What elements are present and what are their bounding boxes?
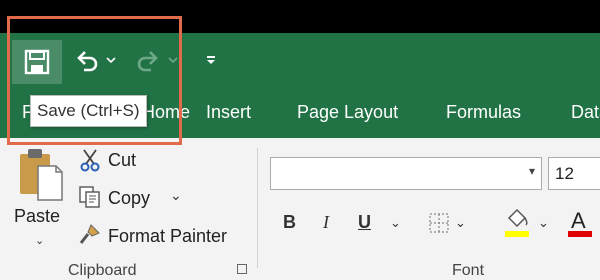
- chevron-down-icon[interactable]: ⌄: [170, 187, 182, 204]
- clipboard-group-label: Clipboard: [68, 262, 137, 279]
- italic-button[interactable]: I: [323, 212, 329, 233]
- borders-icon: [429, 213, 449, 233]
- scissors-icon: [80, 149, 100, 172]
- paste-button[interactable]: Paste ⌄: [13, 148, 69, 253]
- font-color-button[interactable]: A: [566, 206, 594, 238]
- chevron-down-icon: [106, 56, 116, 63]
- copy-button[interactable]: Copy ⌄: [78, 185, 188, 211]
- group-divider: [257, 148, 258, 268]
- chevron-down-icon[interactable]: ⌄: [390, 215, 401, 231]
- chevron-down-icon: [168, 56, 178, 63]
- redo-button[interactable]: [133, 46, 163, 76]
- paint-bucket-icon: [505, 208, 529, 237]
- tab-formulas[interactable]: Formulas: [446, 102, 521, 123]
- borders-button[interactable]: [428, 212, 450, 234]
- font-size-value: 12: [555, 164, 574, 183]
- customize-icon: [207, 56, 215, 64]
- save-icon: [24, 49, 50, 75]
- bold-button[interactable]: B: [283, 212, 296, 233]
- format-painter-label: Format Painter: [108, 226, 228, 246]
- undo-icon: [77, 51, 98, 72]
- font-name-combobox[interactable]: ▾: [270, 157, 542, 190]
- tab-home[interactable]: Home: [142, 102, 190, 123]
- tab-insert[interactable]: Insert: [206, 102, 251, 123]
- save-tooltip: Save (Ctrl+S): [30, 95, 147, 127]
- font-size-combobox[interactable]: 12: [548, 157, 600, 190]
- tab-data[interactable]: Data: [571, 102, 600, 123]
- save-button[interactable]: [12, 40, 62, 84]
- copy-label: Copy: [108, 188, 151, 208]
- redo-icon: [137, 51, 158, 72]
- font-color-swatch: [568, 231, 592, 237]
- chevron-down-icon[interactable]: ⌄: [538, 215, 549, 231]
- fill-color-button[interactable]: [503, 206, 531, 238]
- paste-icon: [20, 149, 63, 201]
- underline-button[interactable]: U: [358, 212, 371, 233]
- paste-label: Paste: [14, 206, 61, 226]
- customize-toolbar-button[interactable]: [202, 51, 220, 69]
- chevron-down-icon: ⌄: [35, 235, 45, 247]
- format-painter-button[interactable]: Format Painter: [78, 222, 243, 248]
- redo-dropdown[interactable]: [166, 53, 180, 67]
- title-bar-strip: [0, 0, 600, 33]
- chevron-down-icon[interactable]: ▾: [529, 164, 535, 178]
- undo-button[interactable]: [72, 46, 102, 76]
- cut-label: Cut: [108, 150, 137, 170]
- font-group-label: Font: [452, 262, 485, 279]
- tab-page-layout[interactable]: Page Layout: [297, 102, 398, 123]
- chevron-down-icon[interactable]: ⌄: [455, 215, 466, 231]
- copy-icon: [79, 186, 100, 208]
- paintbrush-icon: [79, 224, 100, 244]
- cut-button[interactable]: Cut: [78, 148, 148, 174]
- undo-dropdown[interactable]: [104, 53, 118, 67]
